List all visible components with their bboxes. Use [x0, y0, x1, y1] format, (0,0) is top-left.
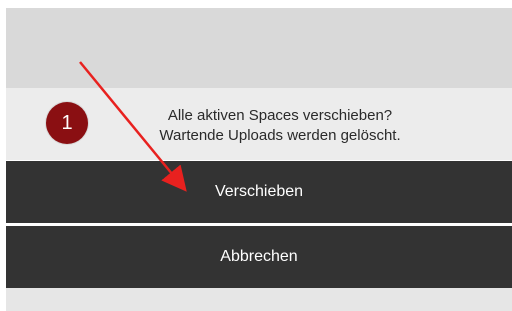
dialog-header-band — [6, 8, 512, 88]
message-line-warning: Wartende Uploads werden gelöscht. — [159, 127, 401, 144]
dialog-bottom-band — [6, 288, 512, 311]
message-line-question: Alle aktiven Spaces verschieben? — [167, 107, 393, 124]
cancel-button[interactable]: Abbrechen — [6, 226, 512, 288]
dialog-message-area: 1 Alle aktiven Spaces verschieben? Warte… — [6, 88, 512, 160]
move-button[interactable]: Verschieben — [6, 161, 512, 223]
step-number-badge: 1 — [46, 102, 88, 144]
dialog-message: Alle aktiven Spaces verschieben? Wartend… — [100, 106, 460, 146]
screenshot-canvas: 1 Alle aktiven Spaces verschieben? Warte… — [0, 0, 512, 311]
